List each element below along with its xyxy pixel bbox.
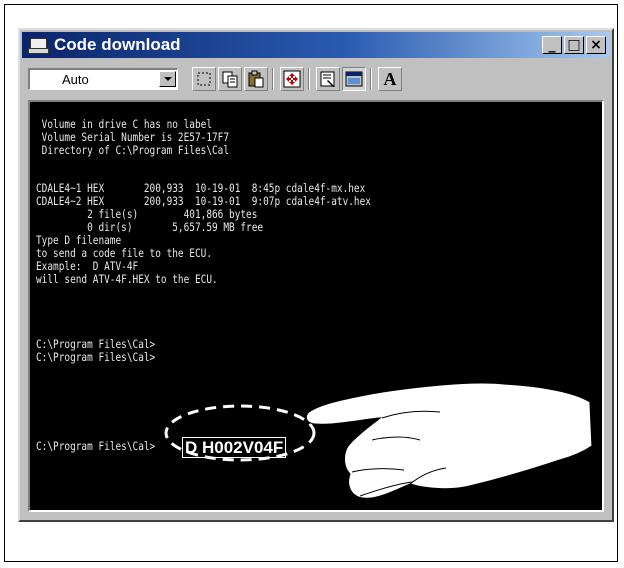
paste-icon: [248, 70, 264, 88]
font-size-select[interactable]: Auto: [28, 68, 178, 90]
console-output[interactable]: D H002V04F Volume in drive C has no labe…: [28, 100, 604, 512]
console-window: Code download _ □ × Auto A D H002V04F Vo…: [18, 28, 614, 522]
console-line: C:\Program Files\Cal>: [36, 350, 156, 364]
minimize-button[interactable]: _: [542, 36, 562, 54]
properties-button[interactable]: [316, 67, 340, 91]
maximize-button[interactable]: □: [564, 36, 584, 54]
console-line: C:\Program Files\Cal>: [36, 439, 156, 453]
mark-button[interactable]: [192, 67, 216, 91]
font-icon: A: [383, 69, 397, 89]
close-button[interactable]: ×: [586, 36, 606, 54]
dropdown-arrow-button[interactable]: [159, 71, 176, 87]
copy-button[interactable]: [218, 67, 242, 91]
properties-icon: [320, 71, 335, 87]
mark-icon: [197, 72, 211, 86]
console-line: will send ATV-4F.HEX to the ECU.: [36, 272, 218, 286]
background-button[interactable]: [342, 67, 366, 91]
toolbar: Auto A: [22, 60, 610, 96]
background-icon: [345, 71, 363, 87]
paste-button[interactable]: [244, 67, 268, 91]
font-button[interactable]: A: [378, 67, 402, 91]
typed-command: D H002V04F: [182, 437, 287, 458]
fullscreen-icon: [283, 70, 301, 88]
chevron-down-icon: [163, 77, 172, 81]
fullscreen-button[interactable]: [280, 67, 304, 91]
console-app-icon[interactable]: [28, 38, 49, 54]
copy-icon: [222, 71, 238, 88]
console-line: Directory of C:\Program Files\Cal: [36, 143, 230, 157]
window-title: Code download: [54, 35, 181, 54]
title-bar[interactable]: Code download _ □ ×: [22, 32, 610, 58]
font-size-value: Auto: [62, 72, 89, 87]
